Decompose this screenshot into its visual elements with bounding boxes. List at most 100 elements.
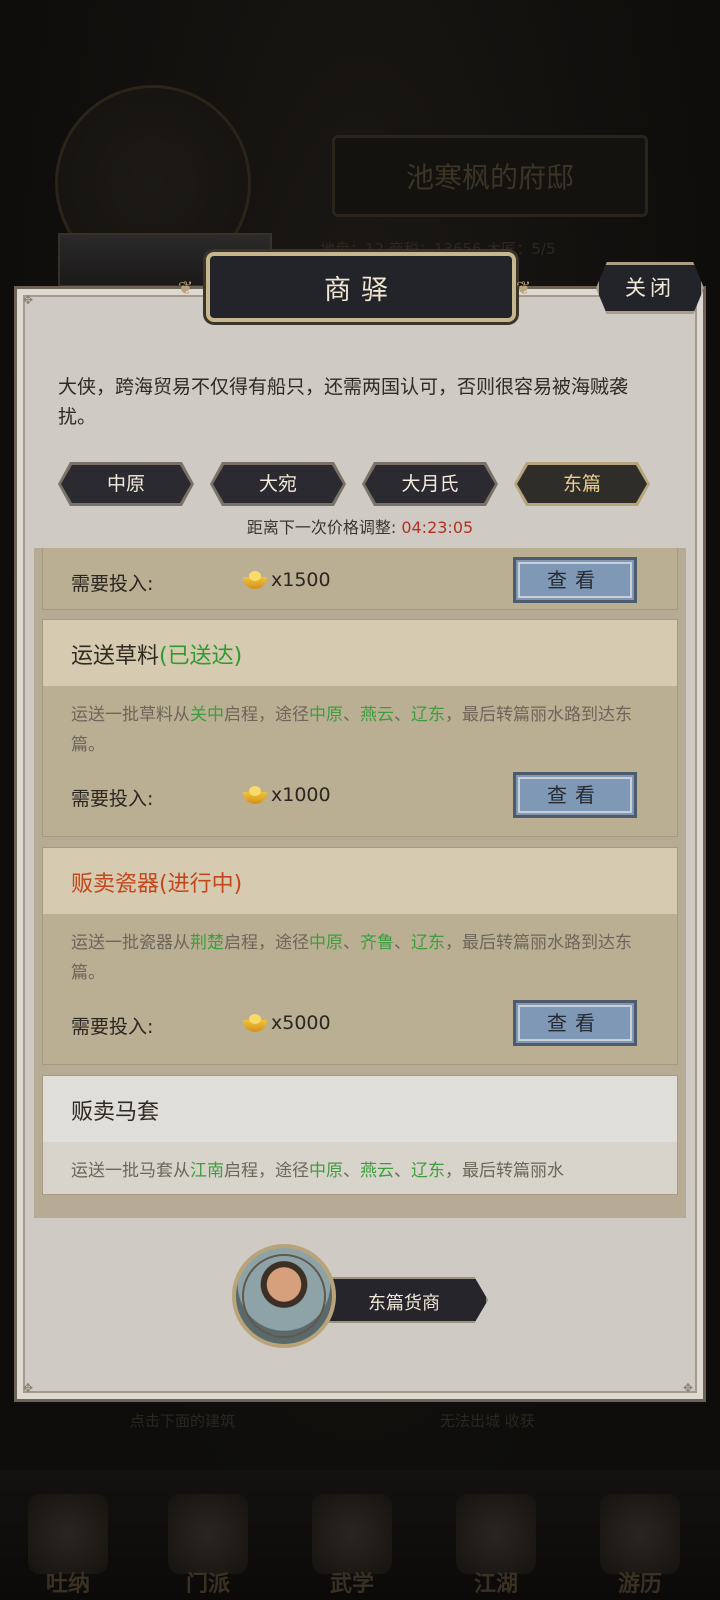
route-description: 运送一批马套从江南启程，途径中原、燕云、辽东，最后转篇丽水: [71, 1156, 646, 1186]
tab-label: 大月氏: [365, 465, 495, 503]
nav-item-menpai[interactable]: 门派: [158, 1494, 258, 1597]
cost-label: 需要投入:: [71, 788, 154, 810]
route-description: 运送一批草料从关中启程，途径中原、燕云、辽东，最后转篇丽水路到达东篇。: [71, 700, 646, 760]
gold-ingot-icon: [243, 786, 267, 804]
desc-text: 、: [343, 933, 360, 953]
scroll-ornament-icon: ❦: [516, 278, 532, 299]
card-title: 运送草料(已送达): [71, 638, 242, 670]
nav-label: 武学: [329, 1571, 374, 1597]
place-name: 中原: [309, 705, 343, 725]
nav-item-youli[interactable]: 游历: [590, 1494, 690, 1597]
tab-zhongyuan[interactable]: 中原: [58, 462, 194, 506]
cost-value: x1000: [271, 784, 331, 806]
status-text: 无法出城 收获: [440, 1412, 535, 1430]
card-header: 运送草料(已送达): [43, 620, 677, 686]
place-name: 燕云: [360, 705, 394, 725]
merchant-name: 东篇货商: [368, 1293, 440, 1314]
place-name: 燕云: [360, 1161, 394, 1181]
route-card: 贩卖瓷器(进行中) 运送一批瓷器从荆楚启程，途径中原、齐鲁、辽东，最后转篇丽水路…: [42, 847, 678, 1065]
dialog-title-plate: ❦ ❦ 商驿: [178, 252, 531, 322]
travel-icon: [600, 1494, 680, 1574]
scroll-ornament-icon: ❦: [178, 278, 194, 299]
view-button[interactable]: 查看: [513, 772, 637, 818]
region-tabs: 中原 大宛 大月氏 东篇: [58, 462, 670, 506]
nav-label: 吐纳: [45, 1571, 90, 1597]
tab-label: 东篇: [517, 465, 647, 503]
mansion-title-plate: 池寒枫的府邸: [332, 135, 648, 217]
gold-ingot-icon: [243, 571, 267, 589]
cost-value: x1500: [271, 569, 331, 591]
mansion-title: 池寒枫的府邸: [405, 161, 574, 194]
view-button[interactable]: 查看: [513, 1000, 637, 1046]
martial-book-icon: [312, 1494, 392, 1574]
nav-label: 门派: [185, 1571, 230, 1597]
desc-text: 运送一批瓷器从: [71, 933, 190, 953]
card-title: 贩卖瓷器(进行中): [71, 866, 242, 898]
desc-text: 启程，途径: [224, 933, 309, 953]
place-name: 辽东: [411, 933, 445, 953]
status-badge: (进行中): [159, 872, 243, 897]
route-name: 运送草料: [71, 644, 160, 669]
corner-ornament-icon: ✥: [683, 1381, 694, 1395]
desc-text: 、: [394, 705, 411, 725]
timer-label: 距离下一次价格调整:: [246, 518, 397, 537]
route-description: 运送一批瓷器从荆楚启程，途径中原、齐鲁、辽东，最后转篇丽水路到达东篇。: [71, 928, 646, 988]
tab-dawan[interactable]: 大宛: [210, 462, 346, 506]
intro-text: 大侠，跨海贸易不仅得有船只，还需两国认可，否则很容易被海贼袭扰。: [58, 376, 629, 428]
status-badge: (已送达): [159, 644, 243, 669]
corner-ornament-icon: ✥: [23, 293, 34, 307]
route-card: 需要投入: x1500 查看: [42, 548, 678, 610]
bottom-nav: 吐纳 门派 武学 江湖 游历: [0, 1470, 720, 1600]
nav-item-jianghu[interactable]: 江湖: [446, 1494, 546, 1597]
nav-label: 游历: [617, 1571, 662, 1597]
timer-value: 04:23:05: [401, 518, 474, 537]
jianghu-icon: [456, 1494, 536, 1574]
desc-text: 、: [343, 705, 360, 725]
desc-text: ，最后转篇丽水: [445, 1161, 564, 1181]
route-list[interactable]: 需要投入: x1500 查看 运送草料(已送达) 运送一批草料从关中启程，途径中…: [34, 548, 686, 1218]
price-timer: 距离下一次价格调整: 04:23:05: [0, 514, 720, 538]
desc-text: 、: [394, 1161, 411, 1181]
sect-icon: [168, 1494, 248, 1574]
route-card: 运送草料(已送达) 运送一批草料从关中启程，途径中原、燕云、辽东，最后转篇丽水路…: [42, 619, 678, 837]
gold-ingot-icon: [243, 1014, 267, 1032]
cost-label: 需要投入:: [71, 1016, 154, 1038]
route-name: 贩卖马套: [71, 1100, 160, 1125]
place-name: 关中: [190, 705, 224, 725]
place-name: 荆楚: [190, 933, 224, 953]
corner-ornament-icon: ✥: [23, 1381, 34, 1395]
desc-text: 、: [343, 1161, 360, 1181]
tab-label: 中原: [61, 465, 191, 503]
desc-text: 运送一批草料从: [71, 705, 190, 725]
avatar-frame: [242, 1254, 326, 1338]
cost-label: 需要投入:: [71, 573, 154, 595]
nav-label: 江湖: [473, 1571, 518, 1597]
hint-text: 点击下面的建筑: [130, 1412, 236, 1430]
close-button[interactable]: 关闭: [596, 262, 704, 314]
desc-text: 、: [394, 933, 411, 953]
nav-item-wuxue[interactable]: 武学: [302, 1494, 402, 1597]
card-header: 贩卖瓷器(进行中): [43, 848, 677, 914]
tab-dongpian[interactable]: 东篇: [514, 462, 650, 506]
place-name: 辽东: [411, 705, 445, 725]
place-name: 齐鲁: [360, 933, 394, 953]
merchant-ribbon[interactable]: 东篇货商: [318, 1277, 488, 1323]
cost-value: x5000: [271, 1012, 331, 1034]
desc-text: 启程，途径: [224, 1161, 309, 1181]
place-name: 中原: [309, 1161, 343, 1181]
nav-item-tuna[interactable]: 吐纳: [18, 1494, 118, 1597]
dialog-title: 商驿: [324, 275, 398, 306]
tab-label: 大宛: [213, 465, 343, 503]
place-name: 中原: [309, 933, 343, 953]
route-card: 贩卖马套 运送一批马套从江南启程，途径中原、燕云、辽东，最后转篇丽水: [42, 1075, 678, 1195]
desc-text: 启程，途径: [224, 705, 309, 725]
merchant-avatar[interactable]: [232, 1244, 336, 1348]
card-title: 贩卖马套: [71, 1094, 159, 1126]
route-name: 贩卖瓷器: [71, 872, 160, 897]
view-button[interactable]: 查看: [513, 557, 637, 603]
meditation-icon: [28, 1494, 108, 1574]
card-header: 贩卖马套: [43, 1076, 677, 1142]
desc-text: 运送一批马套从: [71, 1161, 190, 1181]
tab-dayuezhi[interactable]: 大月氏: [362, 462, 498, 506]
place-name: 辽东: [411, 1161, 445, 1181]
